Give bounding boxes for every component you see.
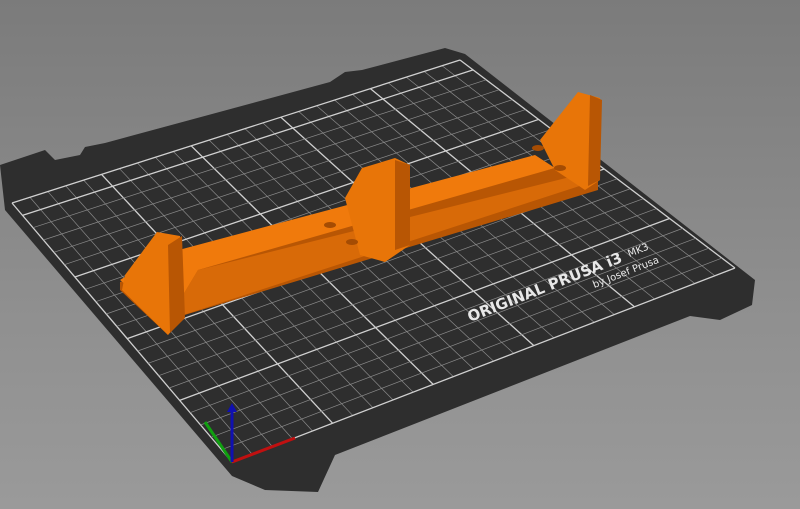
scene[interactable]: ORIGINAL PRUSA i3 MK3 by Josef Prusa — [0, 0, 800, 509]
3d-viewport[interactable]: ORIGINAL PRUSA i3 MK3 by Josef Prusa — [0, 0, 800, 509]
